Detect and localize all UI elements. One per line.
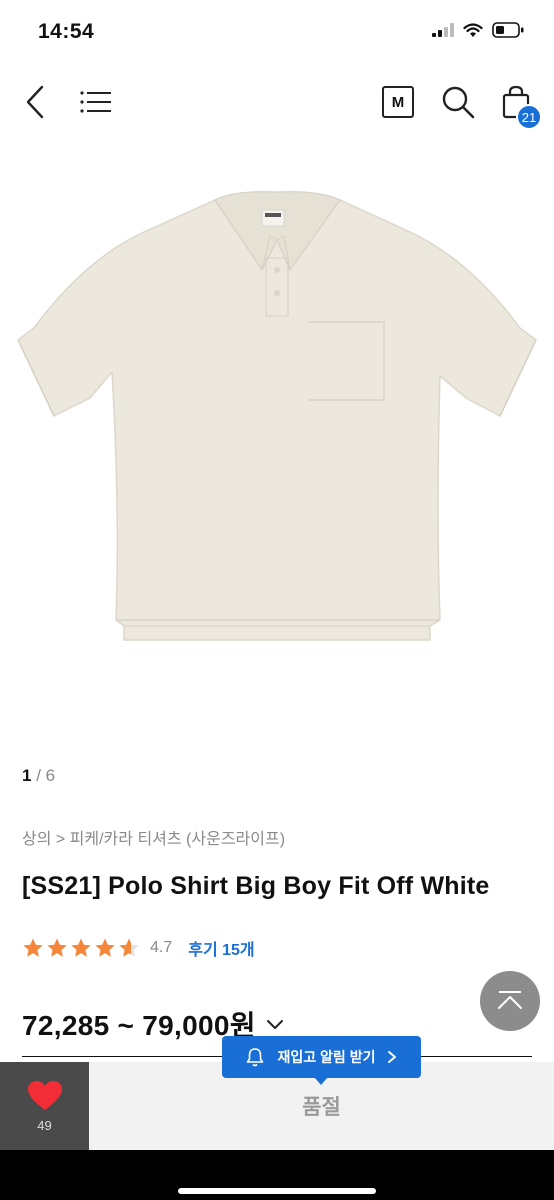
m-button[interactable]: M <box>376 80 420 124</box>
price-range: 72,285 ~ 79,000원 <box>22 1010 256 1041</box>
search-button[interactable] <box>436 80 480 124</box>
chevron-right-icon <box>388 1051 397 1063</box>
cart-count-badge: 21 <box>516 104 542 130</box>
product-image[interactable] <box>0 150 554 740</box>
price-expand-button[interactable] <box>266 1018 284 1030</box>
menu-button[interactable] <box>74 80 118 124</box>
status-time: 14:54 <box>38 20 95 43</box>
hamburger-menu-icon <box>80 91 111 113</box>
scroll-top-button[interactable] <box>480 971 540 1031</box>
home-indicator[interactable] <box>178 1188 376 1194</box>
image-pager: 1 / 6 <box>22 766 55 786</box>
cart-button[interactable]: 21 <box>494 80 542 130</box>
search-icon <box>442 86 475 119</box>
arrow-up-icon <box>498 991 522 1009</box>
m-badge-label: M <box>391 93 405 111</box>
chevron-left-icon <box>26 85 44 119</box>
battery-icon <box>492 22 524 38</box>
like-button[interactable]: 49 <box>0 1062 89 1150</box>
star-icon <box>23 938 43 957</box>
bell-icon <box>246 1048 263 1067</box>
heart-icon <box>27 1080 62 1110</box>
top-nav: M 21 <box>0 66 554 142</box>
pager-total: / 6 <box>31 766 56 785</box>
status-icons <box>432 22 524 38</box>
star-rating <box>22 937 140 959</box>
wifi-icon <box>463 22 483 37</box>
m-badge-icon: M <box>382 86 414 118</box>
half-star-icon <box>119 938 139 957</box>
like-count: 49 <box>37 1117 52 1133</box>
status-bar: 14:54 <box>0 0 554 66</box>
rating-row: 4.7 후기 15개 <box>22 934 255 962</box>
star-icon <box>47 938 67 957</box>
rating-value: 4.7 <box>150 939 173 956</box>
product-title: [SS21] Polo Shirt Big Boy Fit Off White <box>22 872 490 900</box>
polo-shirt-image <box>17 191 537 641</box>
restock-alert-label: 재입고 알림 받기 <box>277 1049 376 1065</box>
star-icon <box>95 938 115 957</box>
restock-alert-button[interactable]: 재입고 알림 받기 <box>222 1036 421 1085</box>
star-icon <box>71 938 91 957</box>
signal-icon <box>432 23 454 37</box>
chevron-down-icon <box>266 1020 283 1029</box>
review-count-link[interactable]: 후기 15개 <box>188 936 254 960</box>
breadcrumb[interactable]: 상의 > 피케/카라 티셔츠 (사운즈라이프) <box>22 825 285 849</box>
back-button[interactable] <box>14 80 58 124</box>
